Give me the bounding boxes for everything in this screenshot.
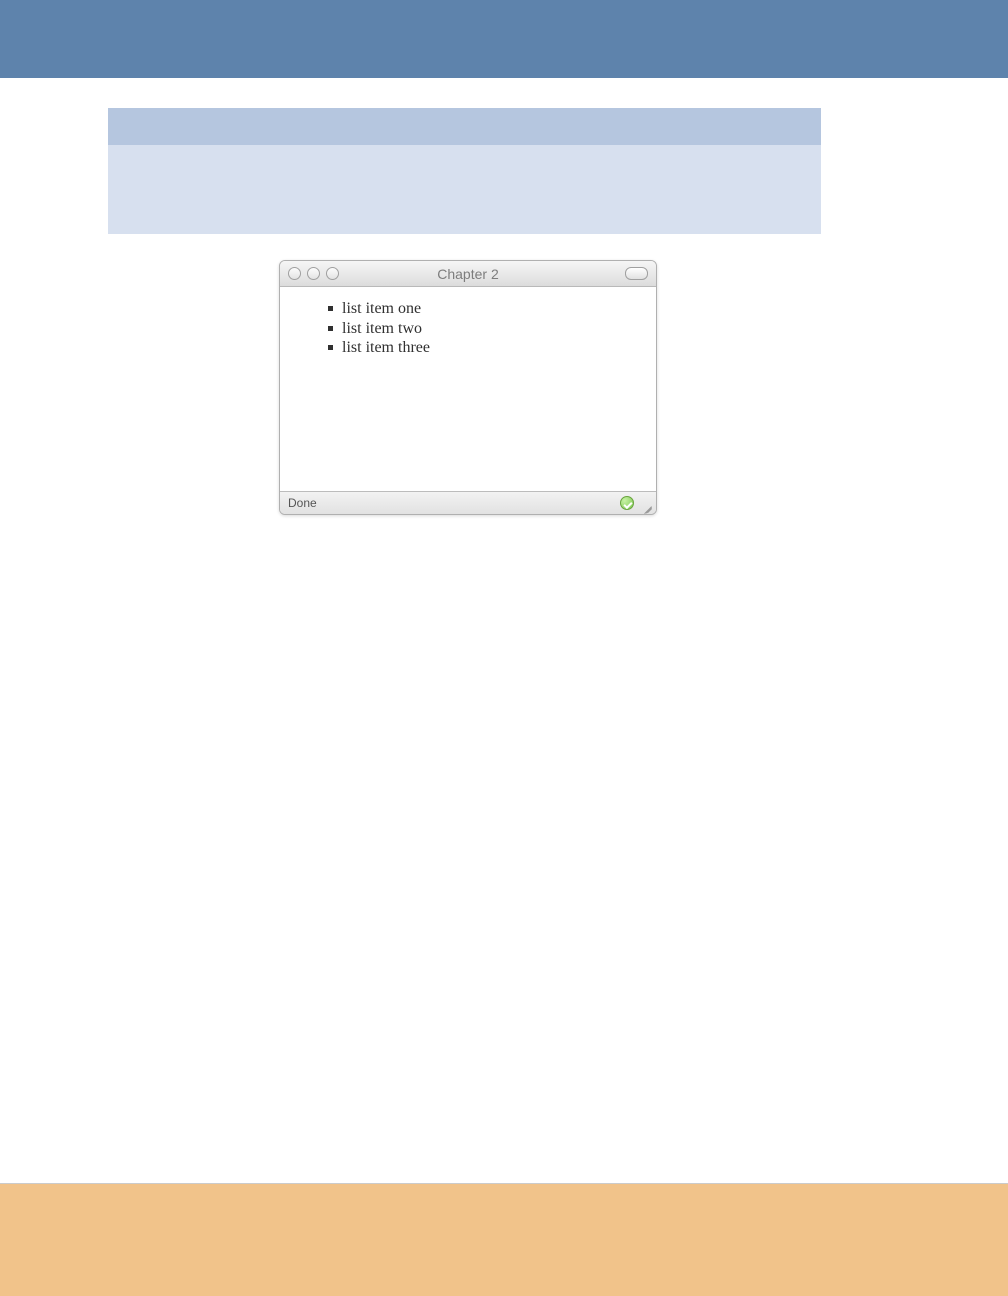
- page-bottom-band: [0, 1183, 1008, 1296]
- page-top-band: [0, 0, 1008, 78]
- blue-panel: [108, 108, 821, 234]
- status-text: Done: [288, 496, 620, 510]
- minimize-icon[interactable]: [307, 267, 320, 280]
- browser-window: Chapter 2 list item one list item two li…: [279, 260, 657, 515]
- checkmark-icon: [620, 496, 634, 510]
- zoom-icon[interactable]: [326, 267, 339, 280]
- blue-panel-body: [108, 145, 821, 234]
- window-titlebar[interactable]: Chapter 2: [280, 261, 656, 287]
- list-item: list item three: [328, 338, 656, 358]
- window-content: list item one list item two list item th…: [280, 287, 656, 491]
- window-statusbar: Done: [280, 491, 656, 514]
- list-item: list item two: [328, 319, 656, 339]
- blue-panel-header: [108, 108, 821, 145]
- list-item: list item one: [328, 299, 656, 319]
- bullet-list: list item one list item two list item th…: [280, 299, 656, 358]
- resize-handle-icon[interactable]: [638, 496, 652, 510]
- close-icon[interactable]: [288, 267, 301, 280]
- toolbar-toggle-icon[interactable]: [625, 267, 648, 280]
- traffic-lights: [288, 267, 339, 280]
